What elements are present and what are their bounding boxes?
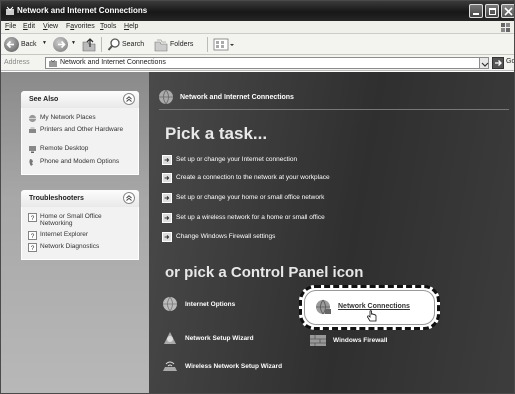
maximize-button[interactable] [485,4,499,18]
toolbar: Back ▼ ▼ Search Folders [1,34,514,55]
address-bar: Address Network and Internet Connections… [1,55,514,71]
menu-tools[interactable]: Tools [100,23,116,30]
internet-options-item[interactable]: Internet Options [161,295,261,313]
views-icon[interactable] [213,36,235,53]
arrow-right-icon [162,213,172,223]
up-folder-icon[interactable] [81,36,97,53]
windows-firewall-item[interactable]: Windows Firewall [309,331,409,349]
address-dropdown-button[interactable] [479,57,489,69]
title-bar[interactable]: Network and Internet Connections [1,1,514,21]
remote-desktop-icon [29,146,36,153]
folders-icon[interactable] [153,36,169,53]
back-dropdown-chevron-icon[interactable]: ▼ [42,40,47,46]
panel-title: Troubleshooters [29,195,84,202]
network-setup-wizard-item[interactable]: Network Setup Wizard [161,329,281,347]
see-also-header[interactable]: See Also [21,91,139,108]
collapse-chevron-icon[interactable] [123,192,135,204]
back-button[interactable]: Back [21,41,37,48]
arrow-right-icon [162,173,172,183]
go-arrow-icon[interactable] [492,57,504,69]
phone-icon [29,159,33,166]
task-link[interactable]: Set up or change your Internet connectio… [162,155,482,165]
svg-text:?: ? [31,245,35,252]
pick-task-heading: Pick a task... [165,124,268,143]
menu-edit[interactable]: Edit [23,23,35,30]
forward-arrow-icon[interactable] [53,37,68,52]
see-also-panel: See Also My Network Places Printers and … [21,91,139,175]
address-value: Network and Internet Connections [60,59,166,66]
menu-view[interactable]: View [43,23,58,30]
arrow-right-icon [162,193,172,203]
section-header: Network and Internet Connections [180,94,294,101]
menu-favorites[interactable]: Favorites [66,23,95,30]
chevron-down-icon [481,62,489,67]
panel-title: See Also [29,96,59,103]
help-icon: ? [28,231,37,240]
toolbar-separator [101,37,102,52]
firewall-icon [310,335,326,346]
address-field[interactable]: Network and Internet Connections [45,57,489,69]
minimize-button[interactable] [469,4,483,18]
network-places-icon [28,114,37,123]
help-icon: ? [28,243,37,252]
network-folder-icon [49,60,57,67]
see-also-body: My Network Places Printers and Other Har… [21,108,139,175]
troubleshooters-body: ? Home or Small Office Networking ? Inte… [21,207,139,260]
close-button[interactable] [501,4,514,18]
collapse-chevron-icon[interactable] [123,93,135,105]
search-button[interactable]: Search [122,41,144,48]
network-connections-icon [316,299,331,315]
task-pane: See Also My Network Places Printers and … [1,72,149,393]
troubleshooters-header[interactable]: Troubleshooters [21,190,139,207]
task-link[interactable]: Create a connection to the network at yo… [162,173,482,183]
task-link[interactable]: Set up a wireless network for a home or … [162,213,482,223]
troubleshooters-panel: Troubleshooters ? Home or Small Office N… [21,190,139,260]
back-arrow-icon[interactable] [4,37,19,52]
pick-icon-heading: or pick a Control Panel icon [165,264,364,281]
menu-help[interactable]: Help [124,23,138,30]
wireless-wizard-icon [163,361,177,371]
main-content: Network and Internet Connections Pick a … [149,72,514,393]
address-label: Address [4,59,30,66]
search-icon[interactable] [107,36,121,53]
svg-text:?: ? [31,233,35,240]
forward-dropdown-chevron-icon[interactable]: ▼ [71,40,76,46]
help-icon: ? [28,213,37,222]
menu-file[interactable]: File [5,23,16,30]
explorer-window: Network and Internet Connections File Ed… [0,0,515,394]
arrow-right-icon [162,232,172,242]
printer-icon [29,127,36,133]
task-link[interactable]: Change Windows Firewall settings [162,232,482,242]
network-connections-callout: Network Connections [299,285,440,330]
network-setup-wizard-icon [164,332,176,344]
arrow-right-icon [162,155,172,165]
menu-bar: File Edit View Favorites Tools Help [1,21,514,34]
folders-button[interactable]: Folders [170,41,193,48]
hand-cursor-icon [367,310,377,322]
toolbar-separator [207,37,208,52]
internet-options-globe-icon [163,296,177,312]
header-divider [159,109,509,110]
task-link[interactable]: Set up or change your home or small offi… [162,193,482,203]
network-connections-link[interactable]: Network Connections [338,303,410,310]
wireless-network-setup-wizard-item[interactable]: Wireless Network Setup Wizard [161,357,321,375]
network-globe-icon [159,89,173,105]
windows-logo-icon [501,23,510,32]
network-folder-icon [6,6,14,15]
window-title: Network and Internet Connections [17,6,148,15]
go-button[interactable]: Go [506,58,514,65]
svg-text:?: ? [31,215,35,222]
